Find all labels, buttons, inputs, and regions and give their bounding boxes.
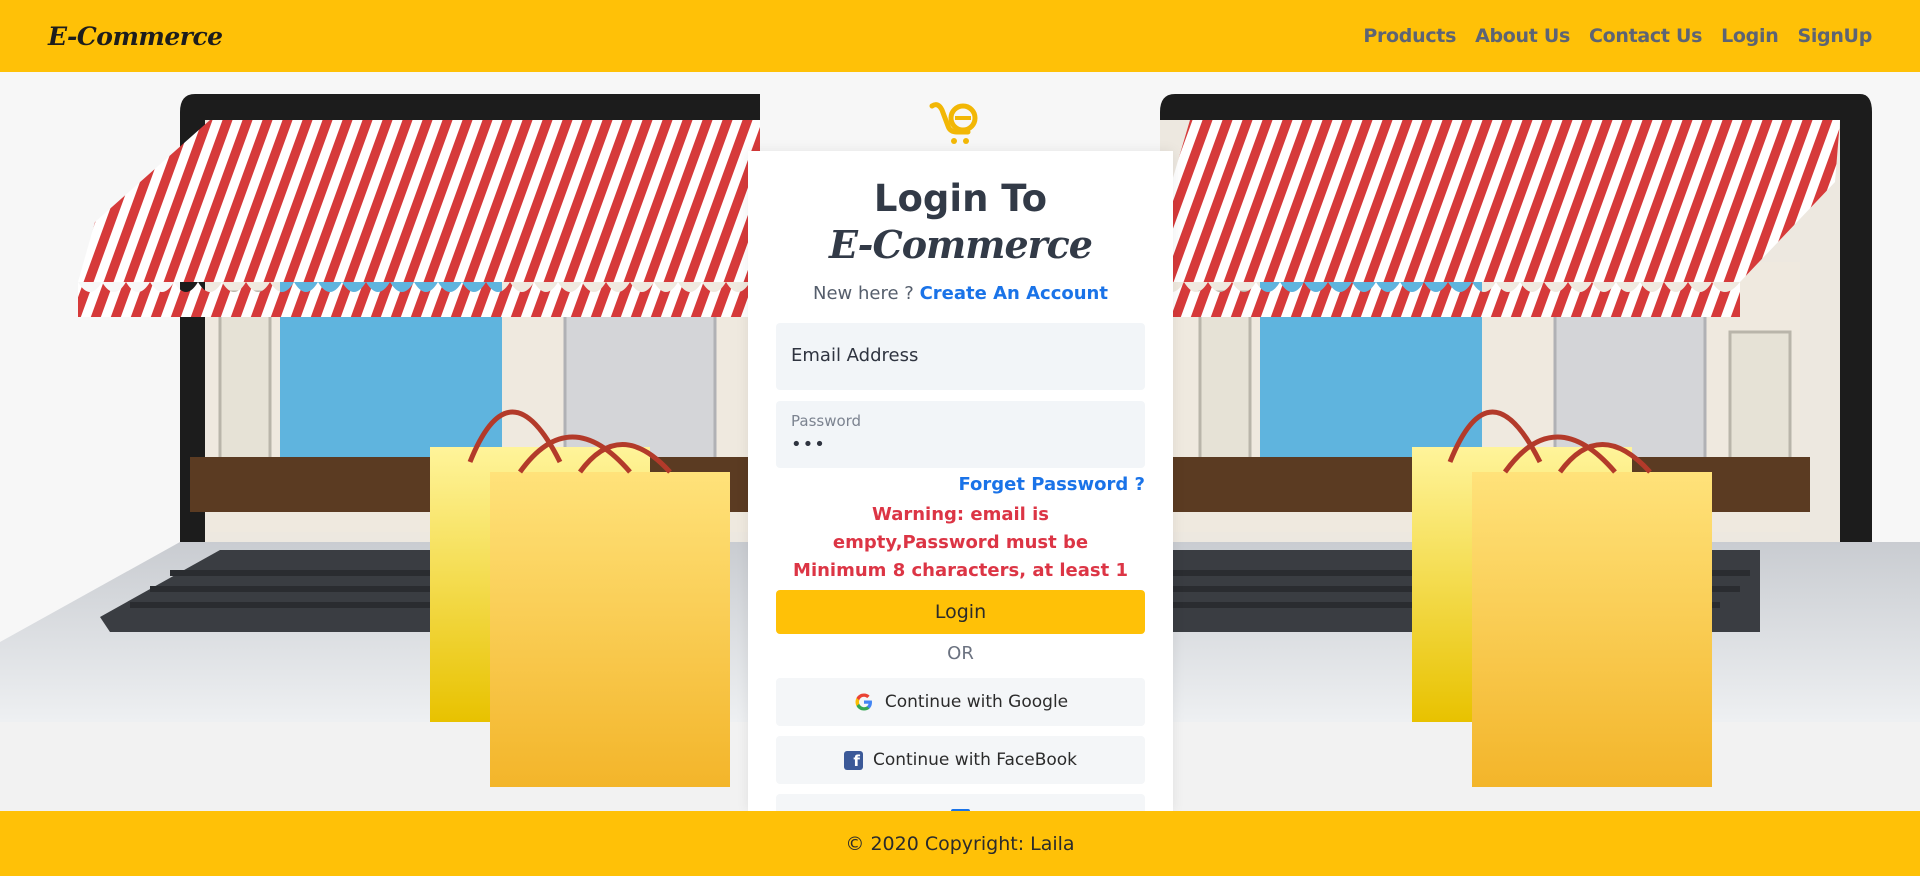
password-value: ••• <box>791 434 826 455</box>
copyright-text: © 2020 Copyright: Laila <box>845 832 1075 855</box>
login-title: Login To <box>873 177 1048 220</box>
laptop-store-illustration-right <box>1160 94 1920 811</box>
password-field[interactable]: Password ••• <box>776 401 1145 468</box>
laptop-store-illustration-left <box>0 94 760 811</box>
create-account-link[interactable]: Create An Account <box>920 283 1108 304</box>
forget-password-link[interactable]: Forget Password ? <box>958 474 1145 495</box>
footer: © 2020 Copyright: Laila <box>0 811 1920 876</box>
top-navbar: E-Commerce Products About Us Contact Us … <box>0 0 1920 72</box>
main-nav: Products About Us Contact Us Login SignU… <box>1363 25 1872 47</box>
google-icon <box>855 693 872 711</box>
or-divider: OR <box>947 643 974 664</box>
google-login-button[interactable]: Continue with Google <box>776 678 1145 726</box>
cart-logo-icon <box>929 102 978 144</box>
login-button[interactable]: Login <box>776 590 1145 634</box>
password-label: Password <box>791 412 862 430</box>
brand-logo[interactable]: E-Commerce <box>48 22 223 51</box>
third-login-button[interactable] <box>776 794 1145 811</box>
facebook-login-button[interactable]: f Continue with FaceBook <box>776 736 1145 784</box>
facebook-icon: f <box>843 750 863 770</box>
nav-signup[interactable]: SignUp <box>1797 25 1872 47</box>
nav-products[interactable]: Products <box>1363 25 1456 47</box>
signup-prompt: New here ? Create An Account <box>748 283 1173 304</box>
email-placeholder: Email Address <box>791 345 919 366</box>
email-field[interactable]: Email Address <box>776 323 1145 390</box>
new-here-text: New here ? <box>813 283 914 304</box>
google-button-label: Continue with Google <box>884 692 1069 712</box>
nav-about-us[interactable]: About Us <box>1475 25 1570 47</box>
facebook-button-label: Continue with FaceBook <box>872 750 1078 770</box>
nav-contact-us[interactable]: Contact Us <box>1589 25 1702 47</box>
login-card: Login To E-Commerce New here ? Create An… <box>748 151 1173 811</box>
nav-login[interactable]: Login <box>1721 25 1779 47</box>
login-brand: E-Commerce <box>829 222 1093 267</box>
